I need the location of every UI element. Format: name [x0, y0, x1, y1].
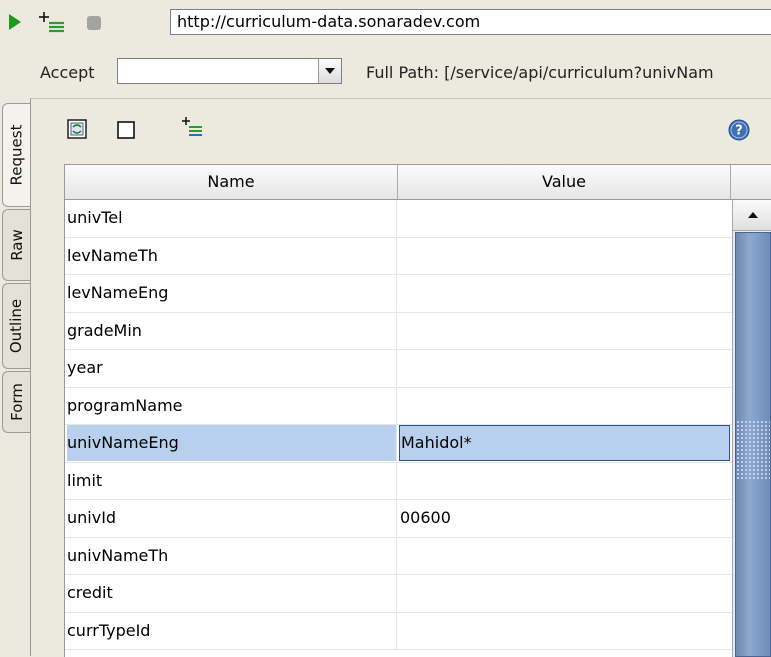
accept-select[interactable]	[117, 58, 342, 84]
param-value-cell[interactable]	[399, 238, 731, 274]
table-row[interactable]: levNameTh	[65, 237, 732, 275]
full-path-label: Full Path: [/service/api/curriculum?univ…	[366, 63, 714, 82]
tab-request[interactable]: Request	[2, 103, 30, 207]
table-row[interactable]: programName	[65, 387, 732, 425]
scroll-grip	[736, 420, 770, 480]
stop-icon[interactable]	[86, 15, 102, 35]
table-row[interactable]: currTypeId	[65, 612, 732, 650]
svg-text:?: ?	[735, 124, 743, 139]
table-header-corner	[731, 165, 771, 199]
tab-raw[interactable]: Raw	[2, 209, 30, 281]
tab-form[interactable]: Form	[2, 371, 30, 433]
help-icon[interactable]: ?	[728, 119, 750, 145]
panel-toolbar: ?	[31, 99, 771, 163]
scroll-thumb[interactable]	[735, 232, 771, 657]
param-name-cell[interactable]: limit	[67, 462, 397, 499]
tab-outline[interactable]: Outline	[2, 283, 30, 369]
tab-outline-label: Outline	[7, 298, 26, 354]
table-body: univTel levNameTh levNameEng gradeMin year pr…	[65, 200, 732, 650]
add-row-icon[interactable]	[179, 115, 205, 143]
param-value-cell[interactable]	[399, 275, 731, 311]
table-row[interactable]: gradeMin	[65, 312, 732, 350]
param-value-cell[interactable]	[399, 575, 731, 611]
table-header: Name Value	[65, 165, 771, 200]
table-row[interactable]: univNameEng Mahidol*	[65, 425, 732, 463]
table-row[interactable]: limit	[65, 462, 732, 500]
param-name-cell[interactable]: levNameTh	[67, 237, 397, 274]
param-value-cell[interactable]: 00600	[399, 500, 731, 536]
chevron-down-icon[interactable]	[318, 59, 341, 83]
param-value-cell[interactable]	[399, 388, 731, 424]
checkbox-icon[interactable]	[117, 121, 135, 143]
table-row[interactable]: year	[65, 350, 732, 388]
table-row[interactable]: levNameEng	[65, 275, 732, 313]
param-name-cell[interactable]: univNameEng	[67, 425, 397, 461]
request-toolbar: http://curriculum-data.sonaradev.com	[0, 0, 771, 44]
table-row[interactable]: credit	[65, 575, 732, 613]
param-value-cell[interactable]	[399, 538, 731, 574]
table-row[interactable]: univId 00600	[65, 500, 732, 538]
column-header-value[interactable]: Value	[398, 165, 731, 199]
accept-label: Accept	[40, 63, 95, 82]
add-param-icon[interactable]	[36, 10, 68, 38]
request-panel: ? Name Value univTel levNameTh levNameEng g…	[30, 98, 771, 657]
select-all-icon[interactable]	[67, 119, 87, 143]
scroll-up-arrow-icon[interactable]	[733, 200, 771, 231]
param-name-cell[interactable]: programName	[67, 387, 397, 424]
param-name-cell[interactable]: univId	[67, 500, 397, 536]
tab-request-label: Request	[7, 124, 26, 186]
param-name-cell[interactable]: gradeMin	[67, 312, 397, 349]
tab-raw-label: Raw	[7, 229, 26, 261]
column-header-name[interactable]: Name	[65, 165, 398, 199]
table-row[interactable]: univNameTh	[65, 537, 732, 575]
url-input[interactable]: http://curriculum-data.sonaradev.com	[170, 9, 771, 35]
param-name-cell[interactable]: univNameTh	[67, 537, 397, 574]
param-value-cell[interactable]	[399, 313, 731, 349]
param-value-cell[interactable]	[399, 613, 731, 649]
param-name-cell[interactable]: year	[67, 350, 397, 386]
table-row[interactable]: univTel	[65, 200, 732, 238]
param-value-cell[interactable]: Mahidol*	[399, 425, 730, 461]
param-name-cell[interactable]: credit	[67, 575, 397, 611]
accept-row: Accept Full Path: [/service/api/curricul…	[0, 54, 771, 90]
param-value-cell[interactable]	[399, 350, 731, 386]
param-value-cell[interactable]	[399, 463, 731, 499]
vertical-scrollbar[interactable]	[732, 200, 771, 657]
param-name-cell[interactable]: currTypeId	[67, 612, 397, 649]
param-name-cell[interactable]: levNameEng	[67, 275, 397, 311]
play-icon[interactable]	[8, 13, 22, 35]
tab-form-label: Form	[7, 383, 26, 421]
side-tabs: Request Raw Outline Form	[2, 103, 32, 433]
params-table: Name Value univTel levNameTh levNameEng gra…	[64, 164, 771, 657]
param-value-cell[interactable]	[399, 200, 731, 236]
param-name-cell[interactable]: univTel	[67, 200, 397, 236]
